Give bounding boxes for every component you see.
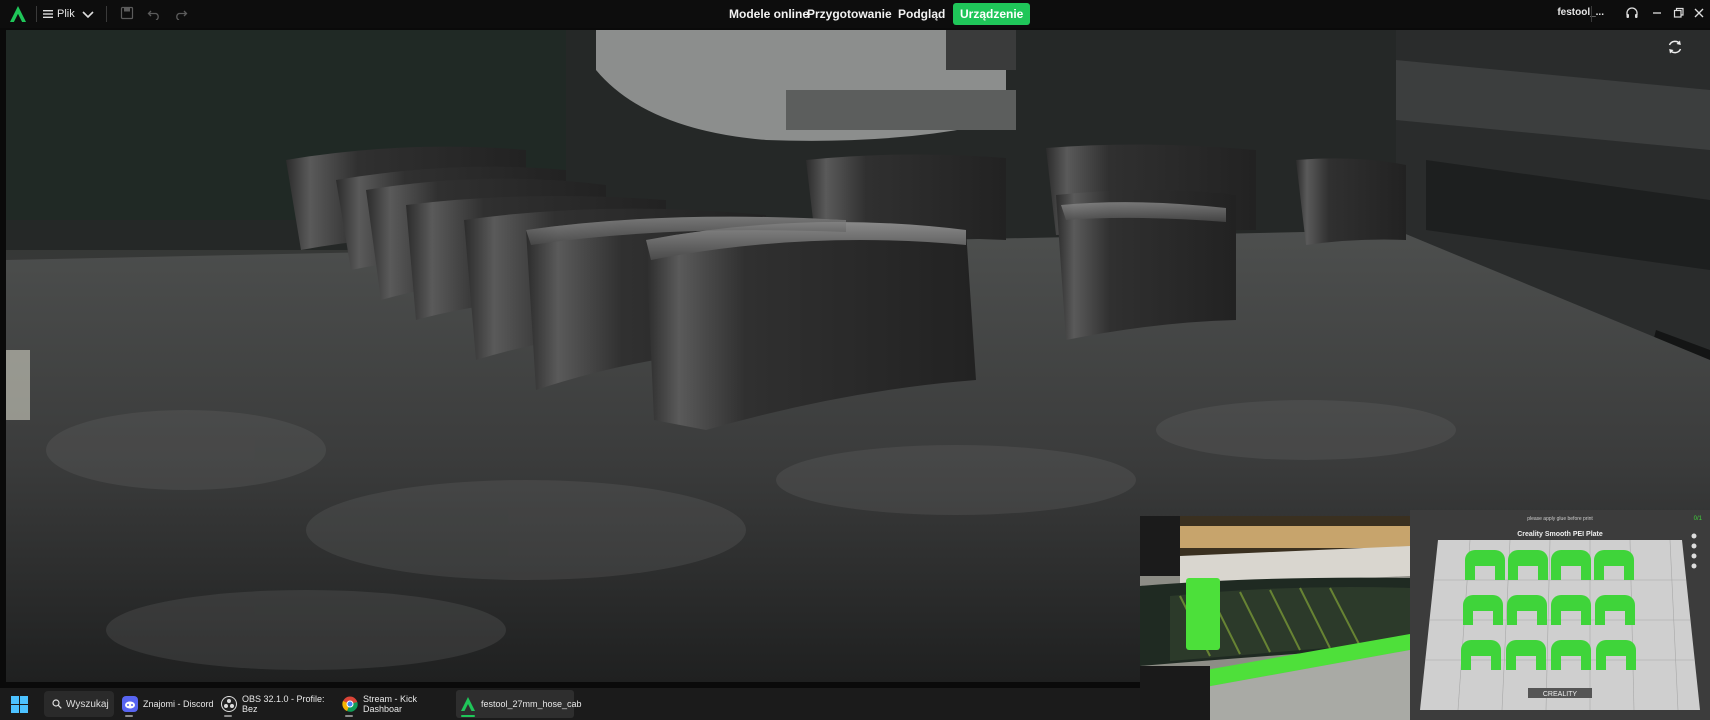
file-menu-button[interactable]: Plik (42, 5, 75, 23)
refresh-icon[interactable] (1666, 38, 1684, 56)
plate-preview-overlay: CREALITY Creality Smooth PEI Plate pleas… (1410, 510, 1710, 720)
search-icon (52, 699, 62, 709)
creality-print-icon (461, 697, 475, 711)
running-indicator (125, 715, 133, 717)
plate-type-label: Creality Smooth PEI Plate (1517, 531, 1603, 538)
support-headset-icon[interactable] (1625, 6, 1639, 20)
running-indicator (345, 715, 353, 717)
save-icon[interactable] (120, 6, 134, 20)
maximize-icon[interactable] (1671, 6, 1685, 20)
tab-podglad[interactable]: Podgląd (891, 3, 952, 25)
titlebar-divider (106, 6, 107, 22)
plate-note-label: please apply glue before print (1527, 516, 1593, 522)
chrome-icon (342, 696, 358, 712)
minimize-icon[interactable] (1650, 6, 1664, 20)
close-icon[interactable] (1692, 6, 1706, 20)
taskbar-search[interactable]: Wyszukaj (44, 691, 114, 717)
taskbar-app-label: OBS 32.1.0 - Profile: Bez (242, 694, 325, 714)
project-file-name: festool_... (1557, 7, 1604, 18)
running-indicator (224, 715, 232, 717)
hamburger-icon (43, 10, 53, 18)
chevron-down-icon[interactable] (80, 6, 96, 22)
redo-icon[interactable] (174, 6, 188, 20)
creality-logo-icon[interactable] (8, 4, 28, 24)
windows-taskbar: Wyszukaj Znajomi - Discord OBS 32.1.0 - … (0, 688, 1140, 720)
plate-counter: 0/1 (1694, 516, 1703, 522)
webcam-overlay (1140, 516, 1410, 720)
windows-start-icon[interactable] (11, 696, 28, 713)
taskbar-app-label: Stream - Kick Dashboar (363, 694, 418, 714)
taskbar-app-label: Znajomi - Discord (143, 699, 214, 709)
taskbar-app-creality-print[interactable]: festool_27mm_hose_cab (456, 690, 582, 718)
titlebar-divider (1591, 6, 1592, 22)
taskbar-app-chrome[interactable]: Stream - Kick Dashboar (338, 690, 452, 718)
plate-brand-label: CREALITY (1543, 691, 1578, 698)
running-indicator (461, 715, 475, 717)
obs-icon (221, 696, 237, 712)
titlebar-divider (36, 6, 37, 22)
undo-icon[interactable] (147, 6, 161, 20)
tab-urzadzenie[interactable]: Urządzenie (953, 3, 1031, 25)
taskbar-app-obs[interactable]: OBS 32.1.0 - Profile: Bez (217, 690, 335, 718)
webcam-feed-image (1140, 516, 1410, 720)
file-menu-label: Plik (57, 8, 75, 20)
discord-icon (122, 696, 138, 712)
taskbar-app-discord[interactable]: Znajomi - Discord (118, 690, 214, 718)
plate-preview-image: CREALITY Creality Smooth PEI Plate pleas… (1410, 510, 1710, 720)
app-titlebar: Plik Modele online Przygotowanie Podgląd… (0, 0, 1710, 28)
search-label: Wyszukaj (66, 698, 109, 710)
tab-przygotowanie[interactable]: Przygotowanie (800, 3, 899, 25)
taskbar-app-label: festool_27mm_hose_cab (481, 699, 582, 709)
